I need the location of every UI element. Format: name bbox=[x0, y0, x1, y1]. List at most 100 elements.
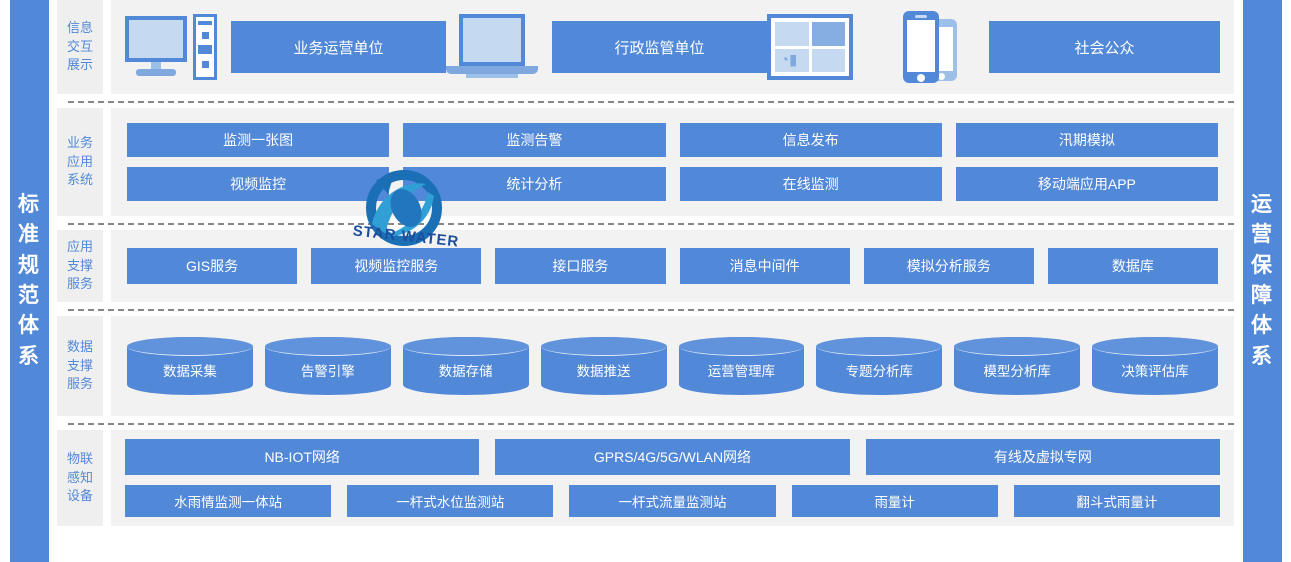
database-cylinder-data-storage[interactable]: 数据存储 bbox=[402, 337, 529, 395]
phone-home-button-icon bbox=[917, 74, 925, 82]
app-chip-monitoring-map[interactable]: 监测一张图 bbox=[127, 123, 390, 157]
database-label: 数据采集 bbox=[162, 364, 217, 379]
right-banner-char-0: 运 bbox=[1251, 192, 1274, 216]
service-chip-database[interactable]: 数据库 bbox=[1047, 248, 1218, 284]
left-banner-char-3: 范 bbox=[18, 284, 41, 307]
device-chip-pole-flow-station[interactable]: 一杆式流量监测站 bbox=[569, 485, 776, 517]
left-banner-char-1: 准 bbox=[18, 223, 41, 247]
dashboard-frame-icon: ◔▮ bbox=[767, 14, 853, 80]
layer-label-line-2: 展示 bbox=[66, 57, 93, 73]
laptop-base-icon bbox=[466, 74, 518, 78]
business-app-row-2: 视频监控 统计分析 在线监测 移动端应用APP bbox=[127, 167, 1218, 201]
layer-separator-1 bbox=[57, 94, 1234, 108]
layer-separator-3 bbox=[57, 302, 1234, 316]
database-cylinder-model-analysis[interactable]: 模型分析库 bbox=[954, 337, 1081, 395]
actor-chip-public[interactable]: 社会公众 bbox=[989, 21, 1220, 73]
tower-slot-0 bbox=[198, 21, 212, 25]
device-chip-tipping-bucket-rain-gauge[interactable]: 翻斗式雨量计 bbox=[1013, 485, 1220, 517]
device-chip-rain-water-integrated-station[interactable]: 水雨情监测一体站 bbox=[125, 485, 332, 517]
service-chip-interface[interactable]: 接口服务 bbox=[495, 248, 666, 284]
layer-label-line-0: 数据 bbox=[66, 338, 93, 354]
layer-body-business-application-system: 监测一张图 监测告警 信息发布 汛期模拟 视频监控 统计分析 在线监测 移动端应… bbox=[111, 108, 1234, 216]
laptop-keyboard-icon bbox=[446, 66, 538, 74]
laptop-screen-icon bbox=[459, 14, 525, 66]
actor-chip-administrative-regulator[interactable]: 行政监管单位 bbox=[552, 21, 767, 73]
database-label: 告警引擎 bbox=[300, 364, 355, 379]
architecture-diagram: 标 准 规 范 体 系 运 营 保 障 体 系 信息 交互 展示 业务运营单位 … bbox=[0, 0, 1291, 562]
database-cylinder-thematic-analysis[interactable]: 专题分析库 bbox=[816, 337, 943, 395]
tower-led-icon bbox=[201, 32, 209, 39]
layer-label-line-1: 交互 bbox=[66, 38, 93, 54]
app-chip-mobile-app[interactable]: 移动端应用APP bbox=[955, 167, 1218, 201]
iot-network-list: NB-IOT网络 GPRS/4G/5G/WLAN网络 有线及虚拟专网 bbox=[125, 439, 1220, 475]
database-label: 数据存储 bbox=[438, 364, 493, 379]
mobile-phone-icon-wrap bbox=[899, 11, 989, 83]
app-chip-flood-season-simulation[interactable]: 汛期模拟 bbox=[955, 123, 1218, 157]
network-chip-wired-virtual-private[interactable]: 有线及虚拟专网 bbox=[865, 439, 1220, 475]
left-banner-char-4: 体 bbox=[18, 314, 41, 338]
monitor-screen-icon bbox=[125, 16, 187, 62]
left-banner-char-2: 规 bbox=[18, 253, 41, 277]
service-chip-gis[interactable]: GIS服务 bbox=[127, 248, 298, 284]
actor-group-business-operator: 业务运营单位 bbox=[125, 14, 446, 80]
mobile-phone-icon bbox=[899, 11, 975, 83]
right-banner-char-5: 系 bbox=[1251, 344, 1274, 368]
database-cylinder-alarm-engine[interactable]: 告警引擎 bbox=[264, 337, 391, 395]
dashboard-tile-0 bbox=[775, 22, 809, 46]
layer-label-line-0: 业务 bbox=[66, 134, 93, 150]
layer-label-line-0: 信息 bbox=[66, 19, 93, 35]
database-cylinder-decision-evaluation[interactable]: 决策评估库 bbox=[1092, 337, 1218, 395]
layer-info-interaction-display: 信息 交互 展示 业务运营单位 行政监管单位 ◔▮ 社会公众 bbox=[57, 0, 1234, 94]
right-banner-char-3: 障 bbox=[1251, 284, 1274, 307]
layer-separator-2 bbox=[57, 216, 1234, 230]
network-chip-nb-iot[interactable]: NB-IOT网络 bbox=[125, 439, 480, 475]
layer-business-application-system: 业务 应用 系统 监测一张图 监测告警 信息发布 汛期模拟 视频监控 统计分析 … bbox=[57, 108, 1234, 216]
phone-primary-screen bbox=[907, 20, 935, 72]
service-chip-simulation-analysis[interactable]: 模拟分析服务 bbox=[863, 248, 1034, 284]
layer-label-data-support-service: 数据 支撑 服务 bbox=[57, 316, 103, 416]
app-chip-info-release[interactable]: 信息发布 bbox=[679, 123, 942, 157]
database-cylinder-operation-management[interactable]: 运营管理库 bbox=[678, 337, 805, 395]
right-side-banner-operation-guarantee-system: 运 营 保 障 体 系 bbox=[1243, 0, 1282, 562]
actor-group-administrative-regulator: 行政监管单位 bbox=[446, 14, 767, 80]
actor-group-public: 社会公众 bbox=[899, 11, 1220, 83]
service-chip-message-middleware[interactable]: 消息中间件 bbox=[679, 248, 850, 284]
app-chip-monitoring-alarm[interactable]: 监测告警 bbox=[403, 123, 666, 157]
layer-label-business-application-system: 业务 应用 系统 bbox=[57, 108, 103, 216]
database-label: 决策评估库 bbox=[1121, 364, 1189, 379]
dashboard-tile-2: ◔▮ bbox=[775, 48, 809, 72]
layer-label-line-2: 服务 bbox=[66, 276, 93, 292]
left-banner-char-0: 标 bbox=[18, 192, 41, 216]
right-banner-char-2: 保 bbox=[1251, 253, 1274, 277]
database-cylinder-data-push[interactable]: 数据推送 bbox=[540, 337, 667, 395]
pie-chart-icon: ◔▮ bbox=[780, 51, 798, 69]
layer-label-line-1: 支撑 bbox=[66, 357, 93, 373]
phone-primary-icon bbox=[903, 11, 939, 83]
layer-label-line-2: 系统 bbox=[66, 172, 93, 188]
app-chip-video-surveillance[interactable]: 视频监控 bbox=[127, 167, 390, 201]
app-chip-statistical-analysis[interactable]: 统计分析 bbox=[403, 167, 666, 201]
layer-label-line-2: 服务 bbox=[66, 376, 93, 392]
app-chip-online-monitoring[interactable]: 在线监测 bbox=[679, 167, 942, 201]
actor-group-dashboard-screen: ◔▮ bbox=[767, 14, 853, 80]
layer-label-info-interaction-display: 信息 交互 展示 bbox=[57, 0, 103, 94]
database-cylinder-data-collection[interactable]: 数据采集 bbox=[127, 337, 253, 395]
layer-label-iot-sensing-device: 物联 感知 设备 bbox=[57, 430, 103, 526]
tower-drive-bay-icon bbox=[198, 45, 212, 54]
dashboard-tile-grid: ◔▮ bbox=[775, 22, 845, 72]
device-chip-pole-water-level-station[interactable]: 一杆式水位监测站 bbox=[347, 485, 554, 517]
monitor-base-icon bbox=[136, 69, 176, 76]
right-banner-char-1: 营 bbox=[1251, 223, 1274, 247]
layer-application-support-service: 应用 支撑 服务 GIS服务 视频监控服务 接口服务 消息中间件 模拟分析服务 … bbox=[57, 230, 1234, 302]
actor-chip-business-operator[interactable]: 业务运营单位 bbox=[231, 21, 446, 73]
dashboard-screen-icon: ◔▮ bbox=[767, 14, 853, 80]
layer-label-line-0: 应用 bbox=[66, 238, 93, 254]
device-chip-rain-gauge[interactable]: 雨量计 bbox=[791, 485, 998, 517]
database-label: 专题分析库 bbox=[845, 364, 914, 379]
network-chip-gprs-4g-5g-wlan[interactable]: GPRS/4G/5G/WLAN网络 bbox=[495, 439, 850, 475]
left-banner-char-5: 系 bbox=[18, 344, 41, 368]
layer-label-application-support-service: 应用 支撑 服务 bbox=[57, 230, 103, 302]
service-chip-video-surveillance[interactable]: 视频监控服务 bbox=[311, 248, 482, 284]
layer-data-support-service: 数据 支撑 服务 数据采集 告警引擎 数据存储 数据推送 运营管理库 专题分析库… bbox=[57, 316, 1234, 416]
layer-label-line-2: 设备 bbox=[66, 488, 93, 504]
